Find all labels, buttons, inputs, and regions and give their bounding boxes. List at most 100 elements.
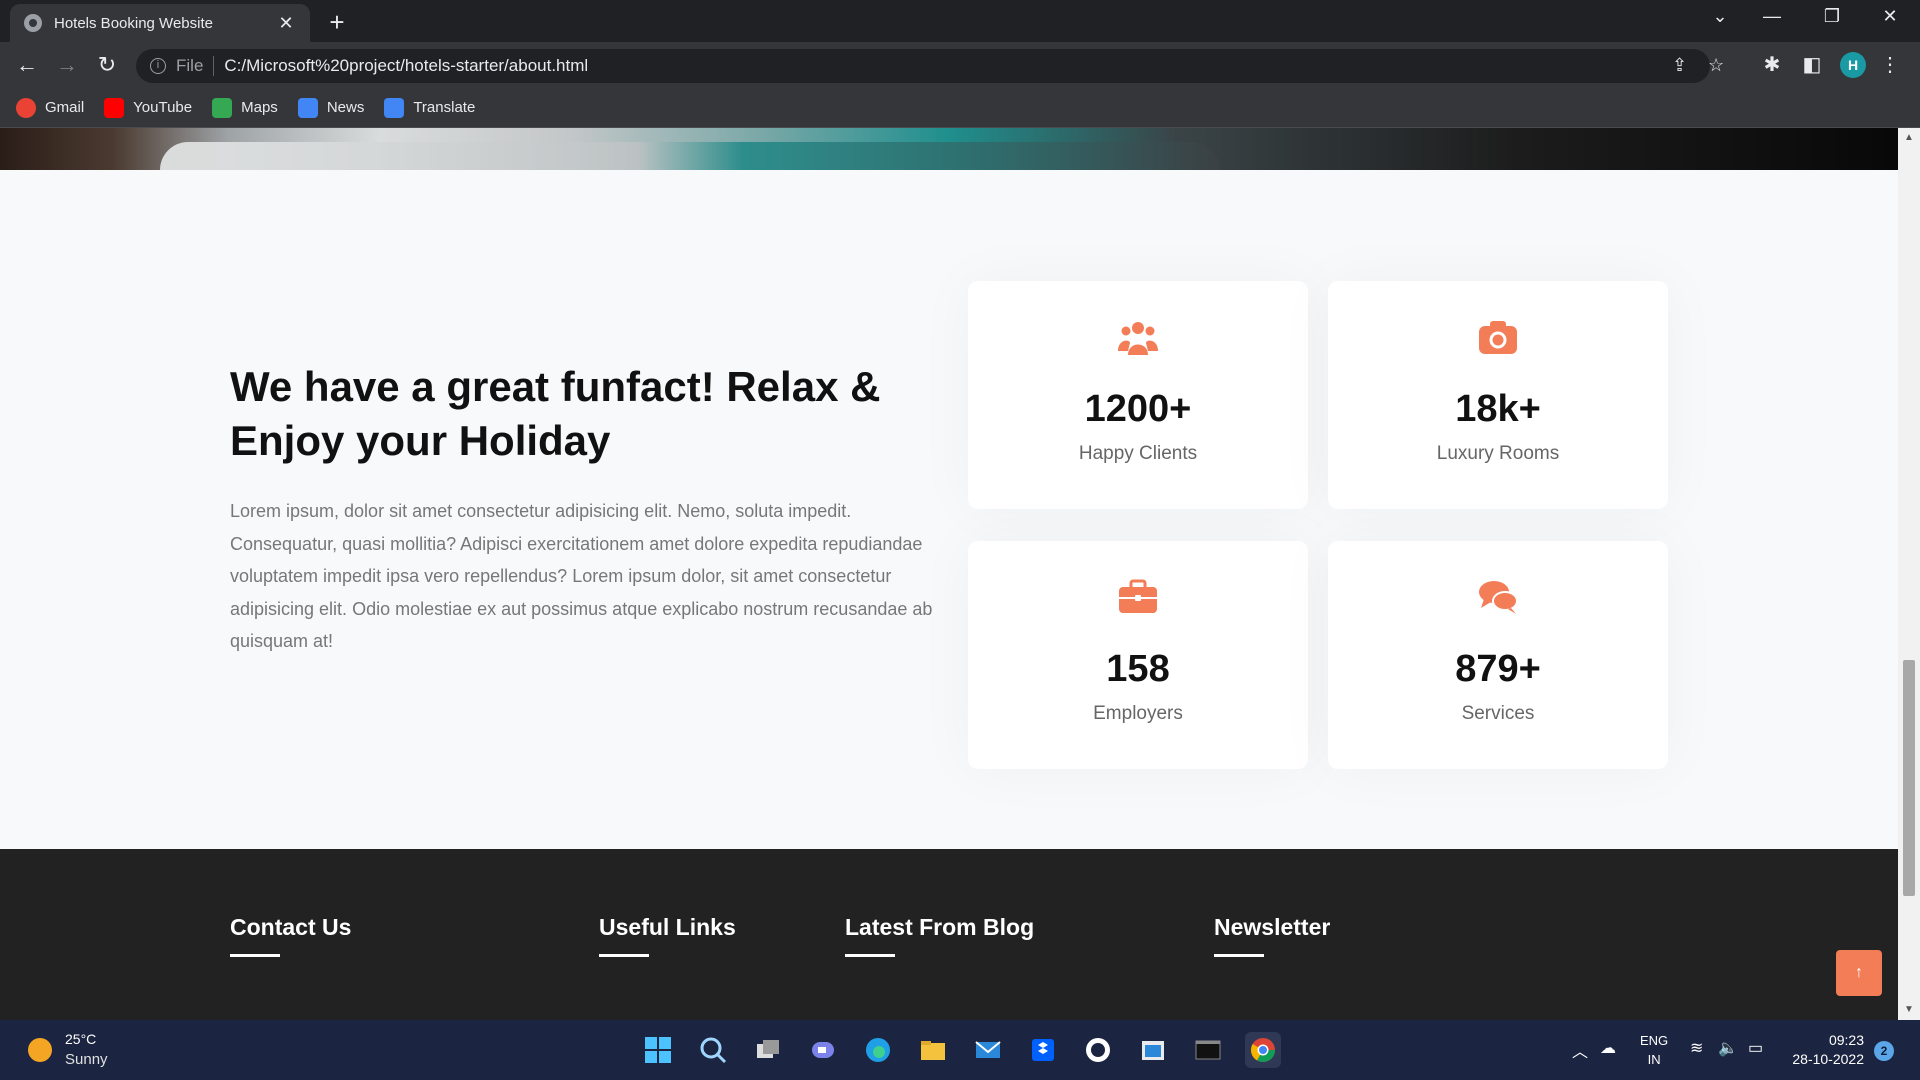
funfact-description: Lorem ipsum, dolor sit amet consectetur …: [230, 501, 933, 651]
mail-icon[interactable]: [970, 1032, 1006, 1068]
footer-heading-newsletter: Newsletter: [1214, 914, 1331, 940]
site-footer: Contact Us Useful Links Latest From Blog…: [0, 849, 1898, 1020]
windows-taskbar: 25°C Sunny ︿ ☁ ENG IN ≋ 🔈 ▭ 09:23 28-10-…: [0, 1020, 1920, 1080]
onedrive-icon[interactable]: ☁: [1600, 1038, 1616, 1058]
show-hidden-icons-icon[interactable]: ︿: [1572, 1038, 1588, 1062]
task-view-icon[interactable]: [750, 1032, 786, 1068]
back-button[interactable]: ←: [12, 52, 42, 78]
share-icon[interactable]: ⇪: [1672, 55, 1687, 76]
youtube-icon: [104, 97, 125, 118]
tab-strip: Hotels Booking Website ✕ + ⌄ — ❐ ✕: [0, 0, 1920, 42]
toolbar: ← → ↻ i File C:/Microsoft%20project/hote…: [0, 42, 1920, 88]
stat-label: Services: [1461, 703, 1535, 724]
dropbox-icon[interactable]: [1025, 1032, 1061, 1068]
heading-underline: [599, 954, 649, 957]
back-to-top-button[interactable]: ↑: [1836, 950, 1882, 996]
footer-heading-contact: Contact Us: [230, 914, 352, 940]
minimize-button[interactable]: —: [1752, 6, 1792, 27]
language-code: ENG: [1640, 1033, 1669, 1048]
bookmark-star-icon[interactable]: ☆: [1708, 55, 1724, 76]
restore-button[interactable]: ❐: [1812, 6, 1852, 27]
weather-condition[interactable]: Sunny: [65, 1051, 108, 1068]
scroll-up-icon[interactable]: ▲: [1904, 132, 1914, 143]
close-tab-icon[interactable]: ✕: [276, 13, 296, 34]
briefcase-icon: [1119, 579, 1157, 613]
bookmark-gmail[interactable]: Gmail: [16, 97, 85, 118]
stat-value: 1200+: [1084, 388, 1192, 430]
bookmark-label: News: [326, 99, 365, 116]
reload-button[interactable]: ↻: [92, 52, 122, 78]
tab-title: Hotels Booking Website: [54, 14, 213, 32]
bookmark-youtube[interactable]: YouTube: [104, 97, 193, 118]
scrollbar-thumb[interactable]: [1903, 660, 1915, 896]
github-icon[interactable]: [1080, 1032, 1116, 1068]
footer-heading-blog: Latest From Blog: [845, 914, 1035, 940]
site-info-icon[interactable]: i: [150, 58, 166, 74]
clock-date: 28-10-2022: [1792, 1051, 1864, 1067]
funfact-heading: We have a great funfact! Relax & Enjoy y…: [230, 363, 881, 464]
extensions-icon[interactable]: ✱: [1758, 52, 1786, 77]
menu-icon[interactable]: ⋮: [1876, 52, 1904, 77]
file-explorer-icon[interactable]: [915, 1032, 951, 1068]
profile-avatar[interactable]: H: [1840, 52, 1866, 78]
globe-icon: [24, 14, 42, 32]
heading-underline: [845, 954, 895, 957]
start-icon[interactable]: [640, 1032, 676, 1068]
edge-icon[interactable]: [860, 1032, 896, 1068]
bookmark-maps[interactable]: Maps: [212, 97, 278, 118]
sun-icon[interactable]: [28, 1038, 52, 1062]
footer-heading-links: Useful Links: [599, 914, 736, 940]
language-indicator[interactable]: ENG IN: [1640, 1031, 1668, 1069]
stat-card-employers: 158 Employers: [968, 541, 1308, 769]
translate-icon: [384, 97, 405, 118]
scroll-down-icon[interactable]: ▼: [1904, 1004, 1914, 1015]
stat-card-clients: 1200+ Happy Clients: [968, 281, 1308, 509]
region-code: IN: [1647, 1052, 1661, 1067]
side-panel-icon[interactable]: ◧: [1798, 52, 1826, 77]
wifi-icon[interactable]: ≋: [1690, 1038, 1703, 1058]
stat-value: 879+: [1455, 648, 1541, 690]
notification-badge[interactable]: 2: [1874, 1041, 1894, 1061]
stat-value: 18k+: [1455, 388, 1541, 430]
teams-chat-icon[interactable]: [805, 1032, 841, 1068]
gmail-icon: [16, 97, 36, 118]
page-viewport: We have a great funfact! Relax & Enjoy y…: [0, 128, 1898, 1020]
bookmark-label: Gmail: [45, 99, 85, 116]
chrome-icon[interactable]: [1245, 1032, 1281, 1068]
chat-icon: [1479, 581, 1518, 614]
weather-temperature[interactable]: 25°C: [65, 1031, 96, 1047]
heading-underline: [1214, 954, 1264, 957]
url-scheme: File: [176, 56, 204, 75]
forward-button[interactable]: →: [52, 52, 82, 78]
url-text[interactable]: C:/Microsoft%20project/hotels-starter/ab…: [224, 56, 588, 76]
system-clock[interactable]: 09:23 28-10-2022: [1784, 1031, 1864, 1069]
stat-label: Employers: [1093, 703, 1183, 724]
camera-icon: [1479, 321, 1517, 354]
browser-tab[interactable]: Hotels Booking Website ✕: [10, 4, 310, 42]
new-tab-button[interactable]: +: [322, 8, 352, 36]
news-icon: [297, 97, 318, 118]
stat-label: Happy Clients: [1078, 443, 1198, 464]
battery-icon[interactable]: ▭: [1748, 1038, 1763, 1058]
bookmark-label: Translate: [413, 99, 476, 116]
bookmark-label: Maps: [241, 99, 278, 116]
url-separator: [213, 56, 215, 76]
stat-value: 158: [1106, 648, 1170, 690]
address-bar[interactable]: i File C:/Microsoft%20project/hotels-sta…: [136, 49, 1724, 83]
bookmark-translate[interactable]: Translate: [384, 97, 476, 118]
volume-icon[interactable]: 🔈: [1718, 1038, 1738, 1058]
search-icon[interactable]: [695, 1032, 731, 1068]
tab-search-icon[interactable]: ⌄: [1700, 6, 1740, 27]
terminal-icon[interactable]: [1190, 1032, 1226, 1068]
store-icon[interactable]: [1135, 1032, 1171, 1068]
bookmark-news[interactable]: News: [297, 97, 365, 118]
maps-icon: [212, 97, 233, 118]
bookmarks-bar: Gmail YouTube Maps News Translate: [0, 88, 1920, 128]
heading-underline: [230, 954, 280, 957]
stat-card-rooms: 18k+ Luxury Rooms: [1328, 281, 1668, 509]
bookmark-label: YouTube: [133, 99, 193, 116]
close-window-button[interactable]: ✕: [1870, 6, 1910, 27]
users-icon: [1118, 322, 1158, 355]
page-scrollbar[interactable]: ▲ ▼: [1898, 128, 1920, 1020]
clock-time: 09:23: [1828, 1032, 1864, 1048]
